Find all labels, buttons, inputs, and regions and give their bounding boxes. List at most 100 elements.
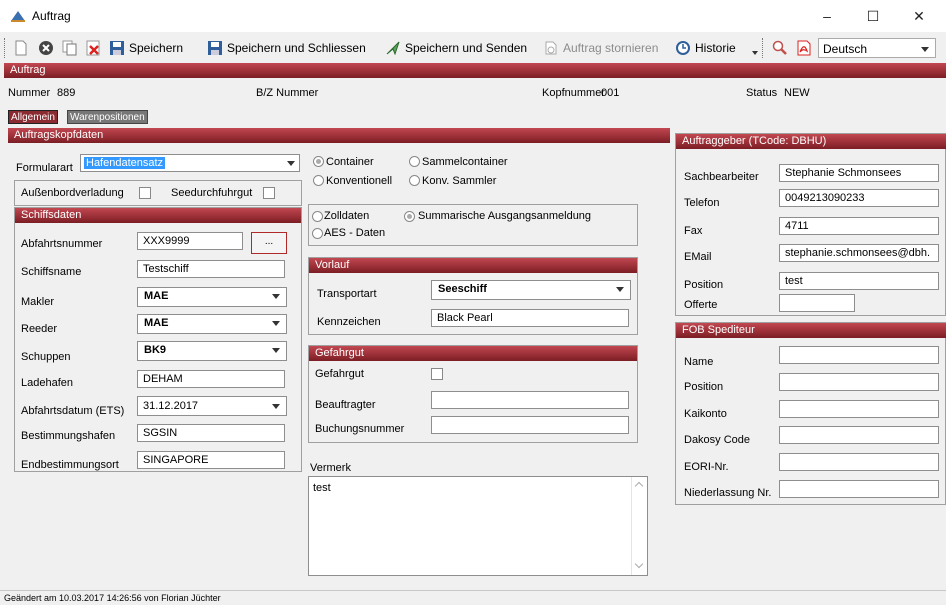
scroll-down-icon[interactable] (634, 559, 644, 569)
history-label: Historie (695, 41, 736, 55)
toolbar-grip[interactable] (4, 38, 6, 58)
copy-icon[interactable] (62, 40, 78, 56)
reeder-select[interactable]: MAE (137, 314, 287, 334)
abfahrtsnummer-input[interactable]: XXX9999 (137, 232, 243, 250)
tab-allgemein[interactable]: Allgemein (8, 110, 58, 124)
vermerk-label: Vermerk (310, 462, 351, 474)
radio-summarische[interactable] (404, 211, 415, 222)
scroll-up-icon[interactable] (634, 481, 644, 491)
abfahrtsnummer-label: Abfahrtsnummer (21, 238, 103, 250)
save-send-button[interactable]: Speichern und Senden (386, 39, 527, 57)
chevron-down-icon (272, 321, 280, 326)
data-type-group: Zolldaten Summarische Ausgangsanmeldung … (308, 204, 638, 246)
language-select[interactable]: Deutsch (818, 38, 936, 58)
toolbar-separator (762, 38, 764, 58)
chevron-down-icon (616, 287, 624, 292)
cancel-order-button[interactable]: Auftrag stornieren (544, 39, 658, 57)
aussenbord-checkbox[interactable] (139, 187, 151, 199)
nummer-label: Nummer (8, 87, 51, 99)
save-button[interactable]: Speichern (110, 39, 183, 57)
ladehafen-input[interactable]: DEHAM (137, 370, 285, 388)
fob-name-input[interactable] (779, 346, 939, 364)
abfahrtsdatum-picker[interactable]: 31.12.2017 (137, 396, 287, 416)
close-button[interactable]: ✕ (904, 4, 934, 28)
browse-button[interactable]: ... (251, 232, 287, 254)
radio-zolldaten[interactable] (312, 211, 323, 222)
section-auftragskopfdaten: Auftragskopfdaten (8, 128, 670, 143)
position-input[interactable]: test (779, 272, 939, 290)
fob-position-input[interactable] (779, 373, 939, 391)
schiffsname-input[interactable]: Testschiff (137, 260, 285, 278)
telefon-label: Telefon (684, 197, 720, 209)
auftraggeber-group: Auftraggeber (TCode: DBHU) Sachbearbeite… (675, 133, 946, 316)
abfahrtsdatum-label: Abfahrtsdatum (ETS) (21, 405, 125, 417)
transportart-value: Seeschiff (438, 283, 487, 295)
makler-select[interactable]: MAE (137, 287, 287, 307)
radio-konventionell[interactable] (313, 175, 324, 186)
telefon-input[interactable]: 0049213090233 (779, 189, 939, 207)
radio-konv-sammler[interactable] (409, 175, 420, 186)
schuppen-label: Schuppen (21, 351, 71, 363)
beauftragter-label: Beauftragter (315, 399, 376, 411)
search-icon[interactable] (772, 40, 788, 56)
save-close-label: Speichern und Schliessen (227, 41, 366, 55)
bestimmungshafen-input[interactable]: SGSIN (137, 424, 285, 442)
floppy-icon (110, 41, 124, 55)
new-document-icon[interactable] (14, 40, 28, 56)
email-input[interactable]: stephanie.schmonsees@dbh. (779, 244, 939, 262)
radio-container[interactable] (313, 156, 324, 167)
radio-sammelcontainer[interactable] (409, 156, 420, 167)
schuppen-select[interactable]: BK9 (137, 341, 287, 361)
minimize-button[interactable]: – (812, 4, 842, 28)
pdf-icon[interactable] (796, 40, 812, 56)
tab-warenpositionen[interactable]: Warenpositionen (67, 110, 148, 124)
section-auftrag: Auftrag (4, 63, 946, 78)
save-send-label: Speichern und Senden (405, 41, 528, 55)
vermerk-scrollbar[interactable] (631, 477, 647, 575)
send-icon (386, 41, 400, 55)
delete-icon[interactable] (86, 40, 102, 56)
beauftragter-input[interactable] (431, 391, 629, 409)
offerte-input[interactable] (779, 294, 855, 312)
bestimmungshafen-label: Bestimmungshafen (21, 430, 116, 442)
eori-input[interactable] (779, 453, 939, 471)
cancel-order-label: Auftrag stornieren (563, 41, 659, 55)
section-auftraggeber: Auftraggeber (TCode: DBHU) (676, 134, 946, 149)
eori-label: EORI-Nr. (684, 461, 729, 473)
seedurch-checkbox[interactable] (263, 187, 275, 199)
radio-konv-sammler-label: Konv. Sammler (422, 175, 497, 187)
section-fob: FOB Spediteur (676, 323, 946, 338)
radio-zolldaten-label: Zolldaten (324, 210, 370, 222)
history-button[interactable]: Historie (676, 39, 736, 57)
formularart-select[interactable]: Hafendatensatz (80, 154, 300, 172)
schiffsdaten-group: Schiffsdaten Abfahrtsnummer XXX9999 ... … (14, 207, 302, 472)
transportart-select[interactable]: Seeschiff (431, 280, 631, 300)
sachbearbeiter-input[interactable]: Stephanie Schmonsees (779, 164, 939, 182)
maximize-button[interactable]: ☐ (858, 4, 888, 28)
gefahrgut-group: Gefahrgut Gefahrgut Beauftragter Buchung… (308, 345, 638, 443)
chevron-down-icon (921, 47, 929, 52)
kaikonto-input[interactable] (779, 400, 939, 418)
fax-label: Fax (684, 225, 703, 237)
app-icon (11, 11, 25, 22)
gefahrgut-checkbox[interactable] (431, 368, 443, 380)
status-bar: Geändert am 10.03.2017 14:26:56 von Flor… (0, 590, 946, 605)
makler-label: Makler (21, 296, 55, 308)
endbestimmungsort-input[interactable]: SINGAPORE (137, 451, 285, 469)
niederlassung-input[interactable] (779, 480, 939, 498)
fax-input[interactable]: 4711 (779, 217, 939, 235)
status-value: NEW (784, 87, 810, 99)
dakosy-input[interactable] (779, 426, 939, 444)
vermerk-textarea[interactable]: test (308, 476, 648, 576)
transportart-label: Transportart (317, 288, 377, 300)
save-close-button[interactable]: Speichern und Schliessen (208, 39, 366, 57)
chevron-down-icon (272, 348, 280, 353)
buchungsnummer-input[interactable] (431, 416, 629, 434)
aussenbord-label: Außenbordverladung (21, 187, 124, 199)
radio-aes[interactable] (312, 228, 323, 239)
history-dropdown-arrow[interactable] (752, 51, 758, 55)
kennzeichen-input[interactable]: Black Pearl (431, 309, 629, 327)
cancel-circle-icon[interactable] (38, 40, 54, 56)
radio-summarische-label: Summarische Ausgangsanmeldung (418, 210, 592, 222)
radio-aes-label: AES - Daten (324, 227, 386, 239)
